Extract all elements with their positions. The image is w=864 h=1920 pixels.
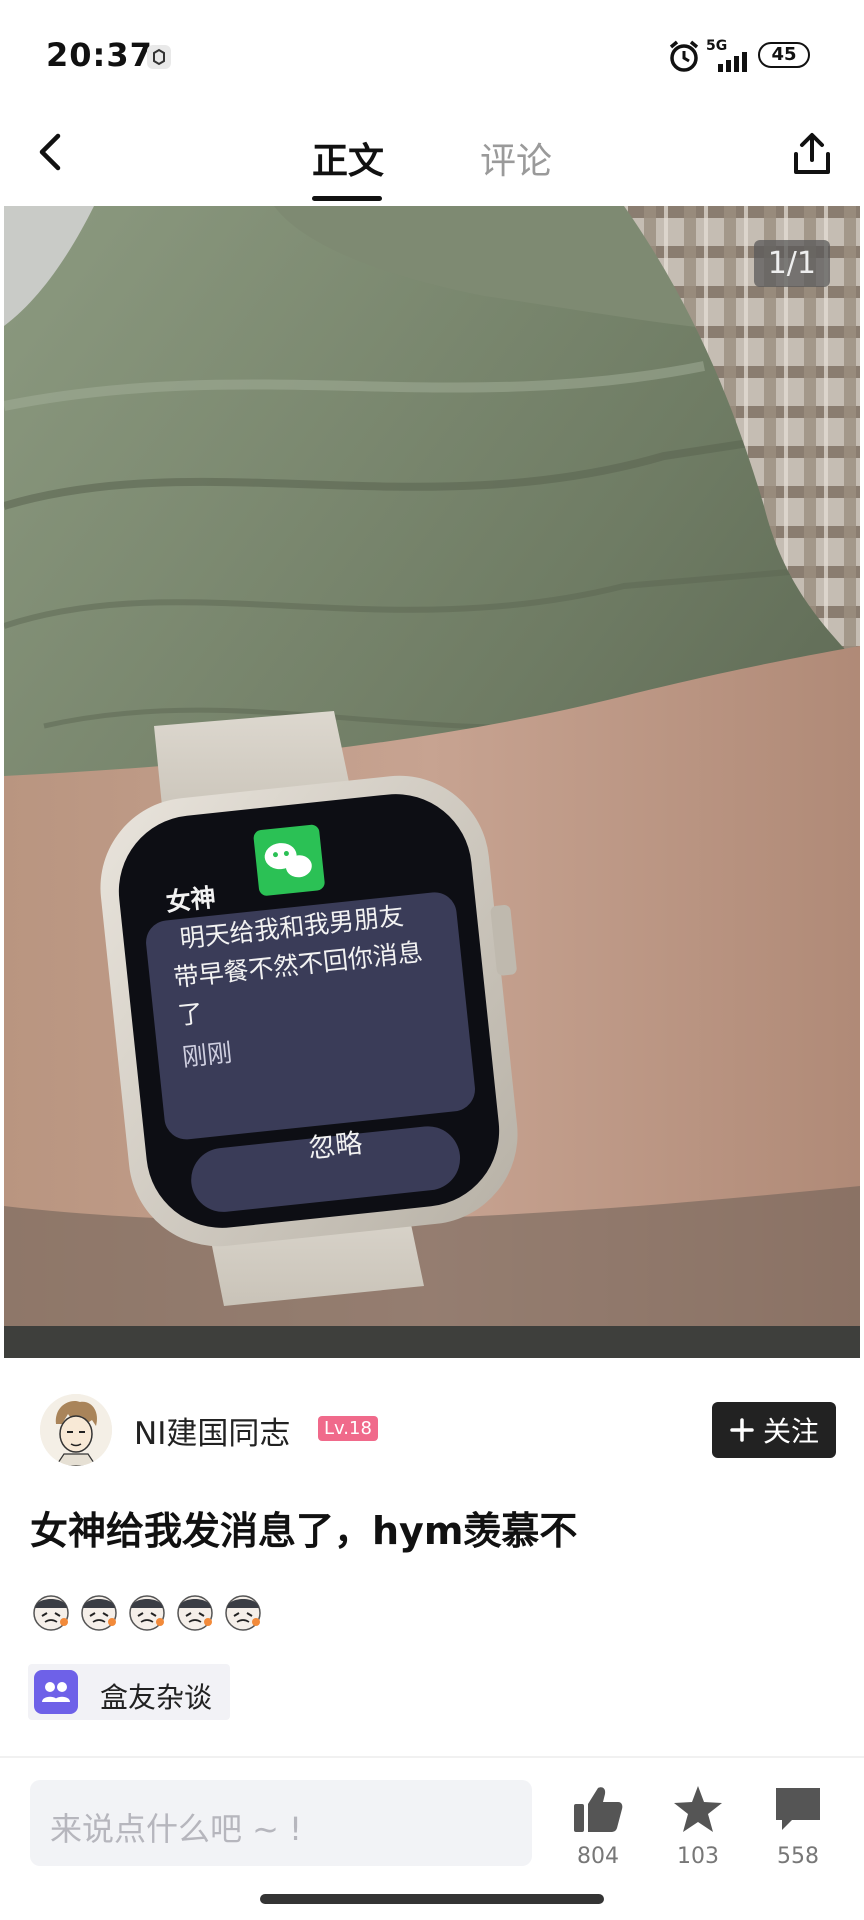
chevron-left-icon[interactable] <box>28 128 76 176</box>
like-button[interactable]: 804 <box>558 1784 638 1869</box>
image-counter: 1/1 <box>753 240 830 287</box>
watch-dismiss-button: 忽略 <box>306 1128 364 1165</box>
favorite-count: 103 <box>677 1844 719 1869</box>
5g-signal-icon <box>718 52 747 72</box>
comment-button[interactable]: 558 <box>758 1784 838 1869</box>
level-badge: Lv.18 <box>318 1416 378 1441</box>
author-name[interactable]: NI建国同志 <box>134 1408 290 1453</box>
thumbs-up-icon <box>574 1787 623 1832</box>
cry-emoji-icon <box>33 1595 69 1631</box>
topic-chip[interactable]: 盒友杂谈 <box>28 1664 230 1720</box>
cry-emoji-icon <box>81 1595 117 1631</box>
favorite-button[interactable]: 103 <box>658 1784 738 1869</box>
like-count: 804 <box>577 1844 619 1869</box>
watch-notification: 女神 明天给我和我男朋友 带早餐不然不回你消息 了 刚刚 <box>164 851 503 1077</box>
post-image[interactable]: 女神 明天给我和我男朋友 带早餐不然不回你消息 了 刚刚 忽略 1/1 <box>4 206 860 1358</box>
star-icon <box>674 1786 722 1832</box>
follow-label: 关注 <box>762 1415 819 1448</box>
battery-level: 45 <box>771 44 797 65</box>
comment-input[interactable]: 来说点什么吧 ~ ! <box>30 1780 532 1866</box>
post-photo <box>4 206 860 1358</box>
topic-label: 盒友杂谈 <box>100 1681 213 1714</box>
home-indicator[interactable] <box>260 1894 604 1904</box>
author-row: NI建国同志 Lv.18 关注 <box>0 1390 864 1470</box>
app-notification-icon <box>147 45 171 69</box>
avatar-image <box>40 1394 112 1466</box>
post-title: 女神给我发消息了，hym羡慕不 <box>30 1509 578 1553</box>
comment-icon <box>776 1788 820 1830</box>
cry-emoji-icon <box>225 1595 261 1631</box>
cry-emoji-icon <box>129 1595 165 1631</box>
share-icon[interactable] <box>788 130 836 178</box>
top-nav-bar: 正文 评论 <box>0 110 864 206</box>
follow-button[interactable]: 关注 <box>712 1402 836 1458</box>
cry-emoji-icon <box>177 1595 213 1631</box>
avatar[interactable] <box>40 1394 112 1466</box>
comment-count: 558 <box>777 1844 819 1869</box>
emoji-row <box>30 1590 264 1632</box>
plus-icon <box>730 1418 754 1442</box>
comment-placeholder: 来说点什么吧 ~ ! <box>50 1810 302 1848</box>
status-bar: 20:37 5G 45 <box>0 0 864 110</box>
status-time: 20:37 <box>46 36 153 74</box>
tab-main-text[interactable]: 正文 <box>312 132 384 184</box>
active-tab-underline <box>312 196 382 201</box>
alarm-icon <box>669 40 699 72</box>
tab-comments[interactable]: 评论 <box>480 132 552 184</box>
battery-indicator: 45 <box>758 42 810 68</box>
group-icon <box>34 1670 78 1714</box>
